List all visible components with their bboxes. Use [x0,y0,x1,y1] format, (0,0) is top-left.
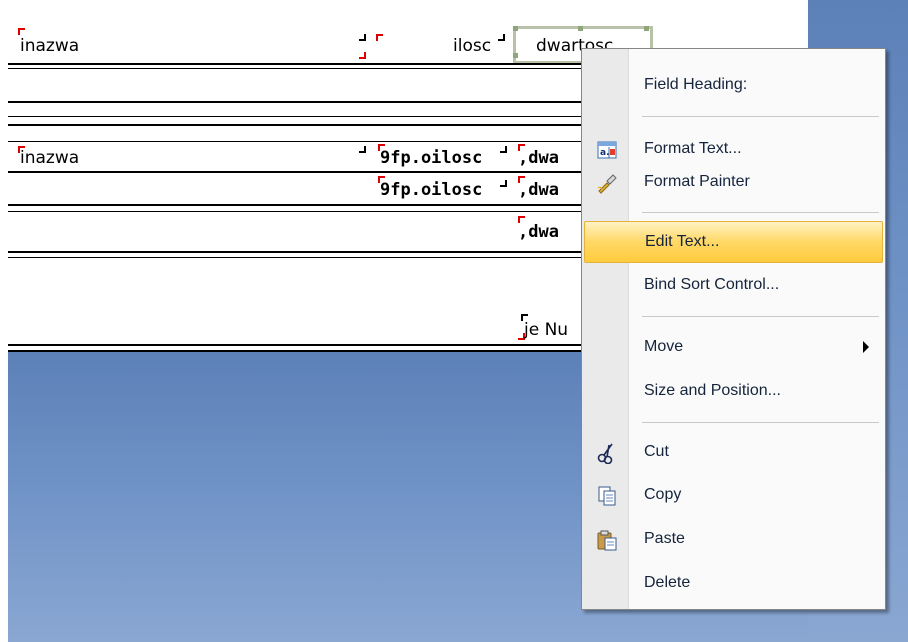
detail-field-dwa-2[interactable]: ,dwa [518,180,559,200]
copy-icon [596,485,618,507]
resize-handle[interactable] [578,26,583,31]
detail-field-nazwa[interactable]: inazwa [20,148,79,168]
menu-item-label: Edit Text... [645,233,720,250]
menu-item-label: Cut [644,443,669,460]
field-marker [18,28,25,35]
detail-field-dwa[interactable]: ,dwa [518,148,559,168]
menu-item-label: Bind Sort Control... [644,276,780,293]
menu-item-bind-sort-control[interactable]: Bind Sort Control... [584,265,883,307]
menu-item-label: Copy [644,486,682,503]
menu-item-size-and-position[interactable]: Size and Position... [584,371,883,413]
submenu-arrow-icon [863,341,869,353]
detail-field-ilosc-2[interactable]: 9fp.oilosc [380,180,482,200]
header-field-ilosc[interactable]: ilosc [453,36,491,56]
field-marker [498,34,505,41]
menu-item-label: Delete [644,574,691,591]
resize-handle[interactable] [513,26,518,31]
header-field-nazwa[interactable]: inazwa [20,36,79,56]
detail-field-ilosc[interactable]: 9fp.oilosc [380,148,482,168]
menu-item-move[interactable]: Move [584,327,883,369]
resize-handle[interactable] [644,26,649,31]
menu-item-label: Paste [644,530,685,547]
scissors-icon [596,442,618,465]
format-painter-icon [596,172,618,194]
menu-item-label: Format Text... [644,140,742,157]
menu-separator [642,212,879,213]
menu-item-label: Move [644,338,684,355]
field-marker [359,146,366,153]
field-marker [500,146,507,153]
menu-separator [642,116,879,117]
menu-item-edit-text[interactable]: Edit Text... [584,221,883,263]
svg-text:a.: a. [600,148,610,158]
field-marker [376,34,383,41]
menu-item-format-painter[interactable]: Format Painter [584,162,883,204]
menu-separator [642,316,879,317]
format-text-icon: a. [596,139,618,161]
menu-item-label: Format Painter [644,173,750,190]
menu-item-field-heading[interactable]: Field Heading: [584,65,883,107]
paste-icon [596,529,618,551]
detail-field-dwa-3[interactable]: ,dwa [518,222,559,242]
field-marker [359,52,366,59]
field-marker [359,34,366,41]
menu-item-cut[interactable]: Cut [584,432,883,474]
menu-item-delete[interactable]: Delete [584,563,883,605]
footer-field-page-number[interactable]: je Nu [524,320,568,340]
context-menu[interactable]: Field Heading: a. Format Text... Format … [581,48,886,610]
menu-item-copy[interactable]: Copy [584,475,883,517]
menu-separator [642,422,879,423]
menu-item-label: Field Heading: [644,76,748,93]
menu-item-paste[interactable]: Paste [584,519,883,561]
resize-handle[interactable] [513,53,518,58]
field-marker [500,180,507,187]
menu-item-label: Size and Position... [644,382,781,399]
